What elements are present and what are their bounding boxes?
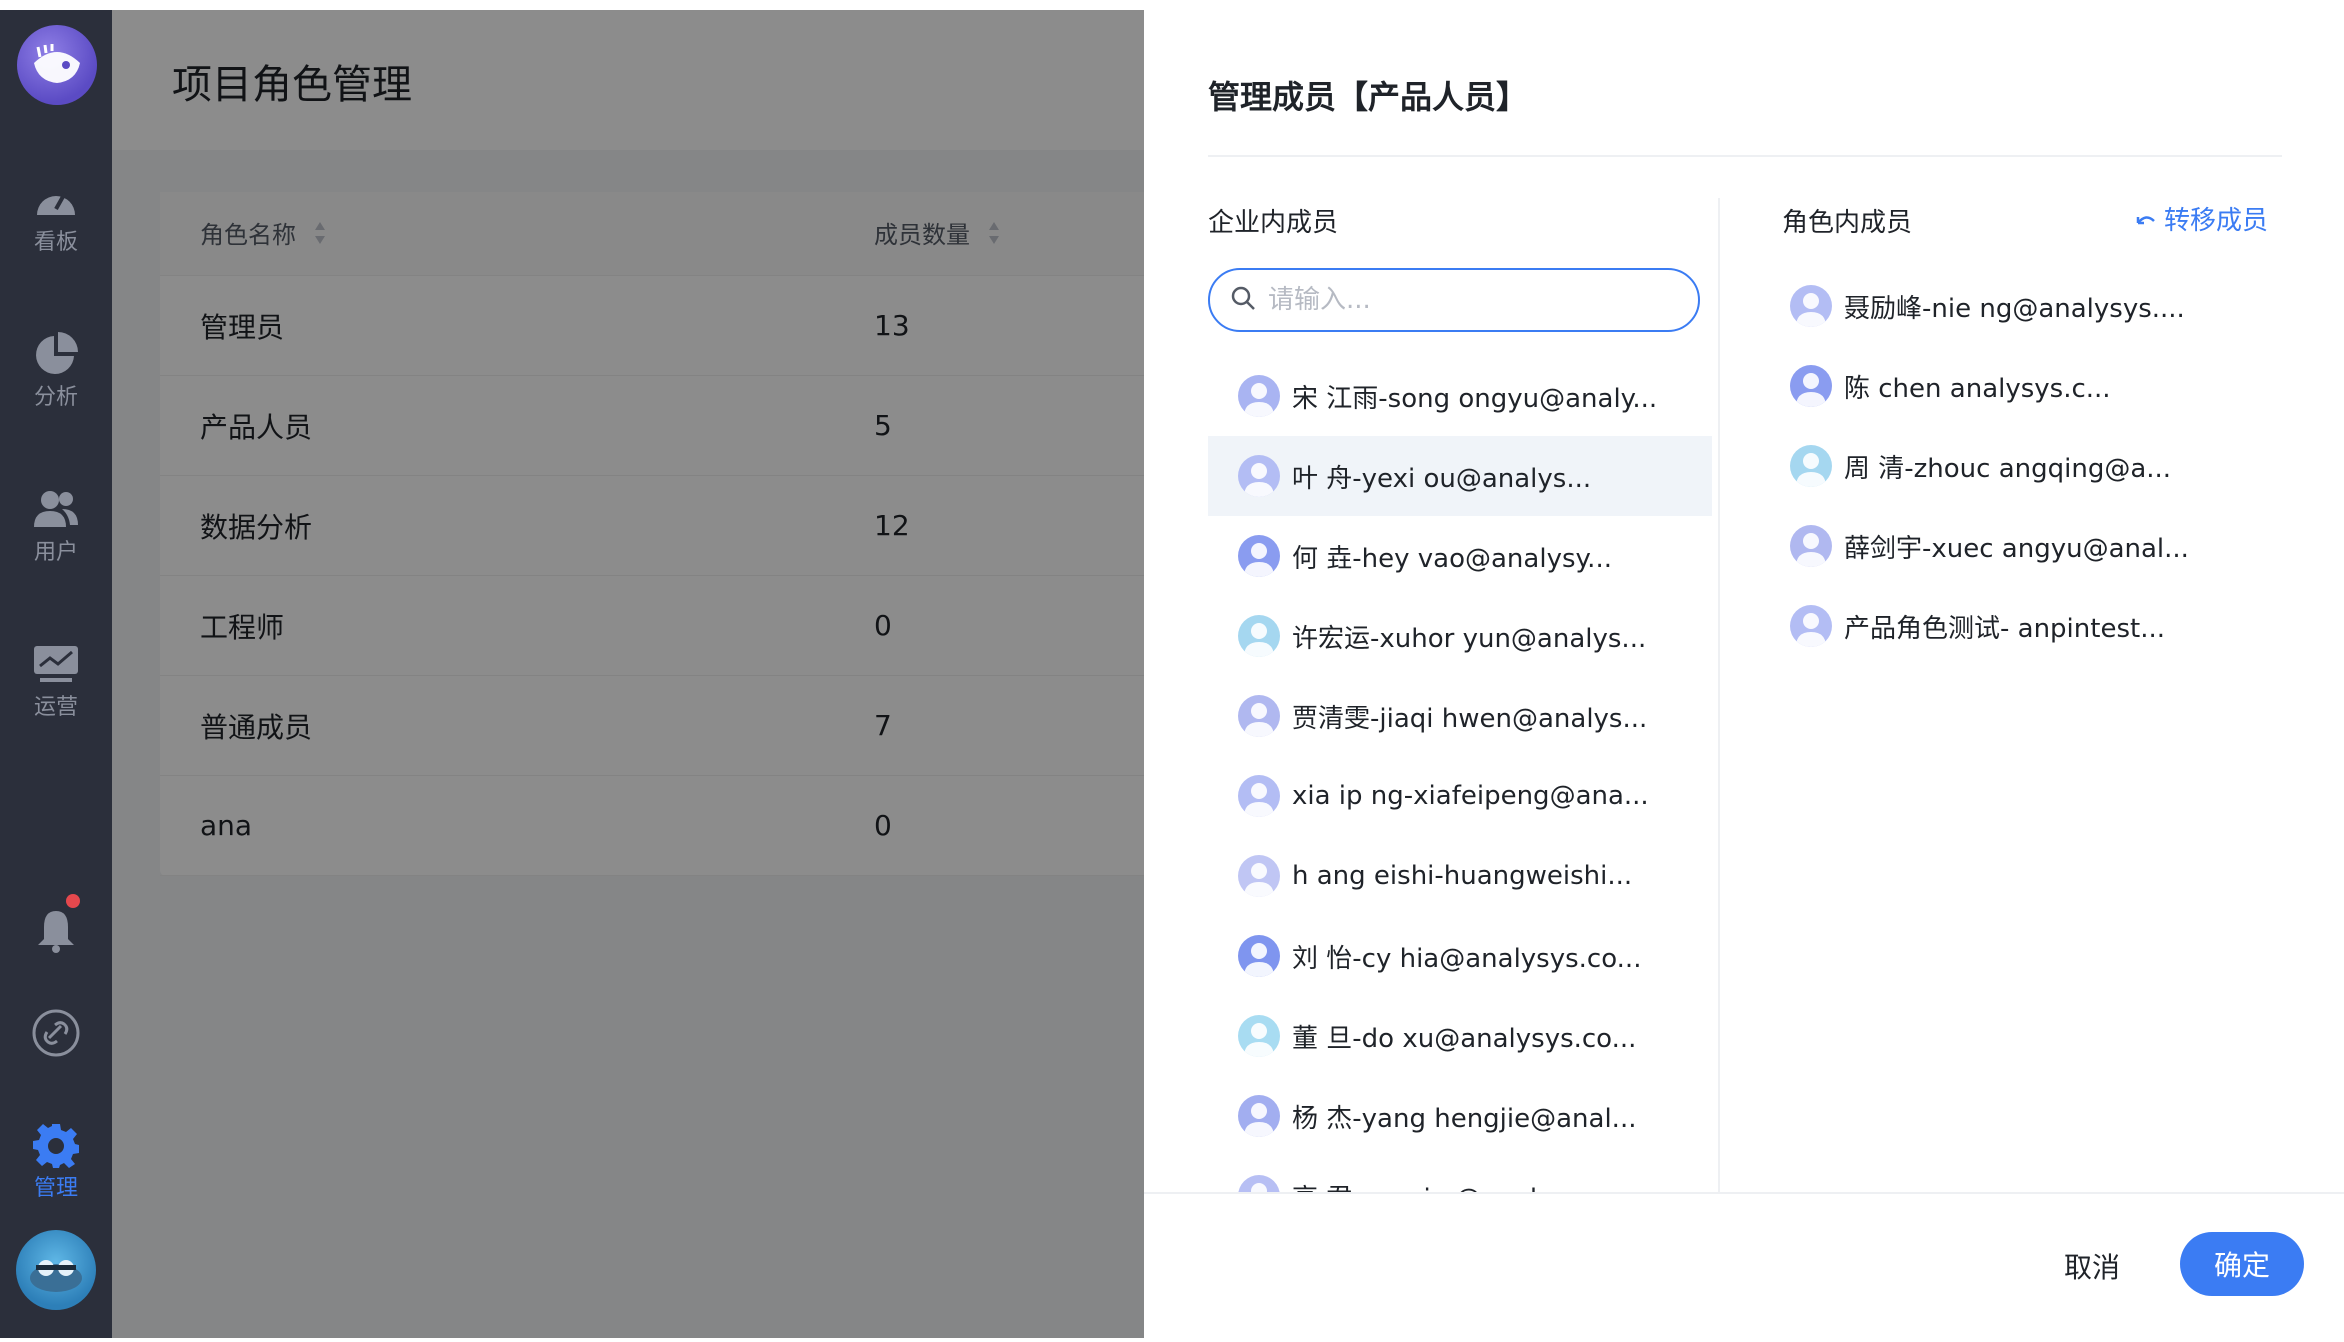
modal-overlay[interactable] [112,10,1256,1338]
member-name: 周 清-zhouc angqing@a... [1844,453,2172,484]
app-logo[interactable] [17,25,97,105]
member-avatar-icon [1238,615,1280,657]
member-name: 刘 怡-cy hia@analysys.co... [1292,943,1642,974]
nav-users-label: 用户 [33,540,78,565]
member-name: 贾清雯-jiaqi hwen@analys... [1292,703,1648,734]
nav-management[interactable]: 管理 [0,1106,112,1216]
avatar-face-icon [30,1260,82,1292]
member-avatar-icon [1790,605,1832,647]
gear-icon [33,1120,79,1170]
member-name: 陈 chen analysys.c... [1844,373,2111,404]
drawer-title: 管理成员【产品人员】 [1208,78,1529,116]
member-name: xia ip ng-xiafeipeng@ana... [1292,781,1649,811]
enterprise-member-item[interactable]: 叶 舟-yexi ou@analys... [1208,436,1712,516]
nav-dashboard[interactable]: 看板 [0,160,112,270]
sidebar: 看板 分析 用户 运营 管理 [0,10,112,1338]
member-search[interactable] [1208,268,1700,332]
member-name: 叶 舟-yexi ou@analys... [1292,463,1592,494]
member-avatar-icon [1238,1095,1280,1137]
enterprise-member-item[interactable]: 贾清雯-jiaqi hwen@analys... [1208,676,1712,756]
nav-operations-label: 运营 [33,695,78,720]
nav-management-label: 管理 [33,1176,78,1201]
enterprise-member-item[interactable]: 刘 怡-cy hia@analysys.co... [1208,916,1712,996]
transfer-icon [2136,204,2156,234]
member-name: 聂励峰-nie ng@analysys.... [1844,293,2185,324]
enterprise-member-item[interactable]: 宋 江雨-song ongyu@analy... [1208,356,1712,436]
member-avatar-icon [1238,455,1280,497]
member-name: 杨 杰-yang hengjie@anal... [1292,1103,1637,1134]
nav-users[interactable]: 用户 [0,470,112,580]
bell-icon [36,909,76,957]
pie-chart-icon [34,329,78,379]
transfer-members-link[interactable]: 转移成员 [2136,200,2268,237]
notification-badge [66,894,80,908]
nav-analysis[interactable]: 分析 [0,315,112,425]
column-divider [1718,198,1720,1198]
member-name: h ang eishi-huangweishi... [1292,861,1633,891]
member-avatar-icon [1238,1015,1280,1057]
search-icon [1230,285,1256,315]
member-avatar-icon [1790,525,1832,567]
logo-icon [34,44,80,83]
role-member-item[interactable]: 周 清-zhouc angqing@a... [1790,426,2290,506]
member-name: 董 旦-do xu@analysys.co... [1292,1023,1637,1054]
member-name: 薛剑宇-xuec angyu@anal... [1844,533,2189,564]
enterprise-member-item[interactable]: h ang eishi-huangweishi... [1208,836,1712,916]
role-member-item[interactable]: 陈 chen analysys.c... [1790,346,2290,426]
member-avatar-icon [1790,285,1832,327]
monitor-icon [32,639,80,689]
role-member-item[interactable]: 聂励峰-nie ng@analysys.... [1790,266,2290,346]
app-root: 看板 分析 用户 运营 管理 项目角色管理 角色名称 成员数量 管理员 13 产… [0,10,2344,1338]
users-icon [32,484,80,534]
transfer-members-label: 转移成员 [2164,206,2269,236]
enterprise-member-item[interactable]: 许宏运-xuhor yun@analys... [1208,596,1712,676]
enterprise-member-item[interactable]: 杨 杰-yang hengjie@anal... [1208,1076,1712,1156]
member-name: 许宏运-xuhor yun@analys... [1292,623,1647,654]
nav-operations[interactable]: 运营 [0,625,112,735]
member-avatar-icon [1790,365,1832,407]
member-avatar-icon [1238,695,1280,737]
member-avatar-icon [1238,375,1280,417]
divider [1208,155,2282,157]
manage-members-drawer: 管理成员【产品人员】 企业内成员 角色内成员 转移成员 宋 江雨-song on… [1144,10,2344,1338]
enterprise-member-item[interactable]: 何 垚-hey vao@analysy... [1208,516,1712,596]
member-avatar-icon [1790,445,1832,487]
enterprise-member-item[interactable]: xia ip ng-xiafeipeng@ana... [1208,756,1712,836]
search-input[interactable] [1268,285,1668,315]
member-name: 宋 江雨-song ongyu@analy... [1292,383,1658,414]
link-button[interactable] [0,1000,112,1070]
nav-dashboard-label: 看板 [33,230,78,255]
role-members-title: 角色内成员 [1782,208,1913,238]
member-name: 产品角色测试- anpintest... [1844,613,2165,644]
role-member-item[interactable]: 薛剑宇-xuec angyu@anal... [1790,506,2290,586]
nav-analysis-label: 分析 [33,385,78,410]
user-avatar[interactable] [16,1230,96,1310]
enterprise-member-list: 宋 江雨-song ongyu@analy... 叶 舟-yexi ou@anal… [1208,356,1712,1198]
cancel-button[interactable]: 取消 [2064,1246,2120,1286]
member-avatar-icon [1238,855,1280,897]
role-member-list: 聂励峰-nie ng@analysys.... 陈 chen analysys.c… [1790,266,2290,666]
enterprise-members-title: 企业内成员 [1208,208,1339,238]
member-name: 何 垚-hey vao@analysy... [1292,543,1612,574]
drawer-footer: 取消 确定 [1144,1192,2344,1338]
member-avatar-icon [1238,935,1280,977]
confirm-button[interactable]: 确定 [2180,1232,2304,1296]
role-member-item[interactable]: 产品角色测试- anpintest... [1790,586,2290,666]
gauge-icon [33,174,79,224]
member-avatar-icon [1238,535,1280,577]
enterprise-member-item[interactable]: 董 旦-do xu@analysys.co... [1208,996,1712,1076]
link-icon [31,1008,81,1062]
notification-button[interactable] [0,898,112,968]
member-avatar-icon [1238,775,1280,817]
